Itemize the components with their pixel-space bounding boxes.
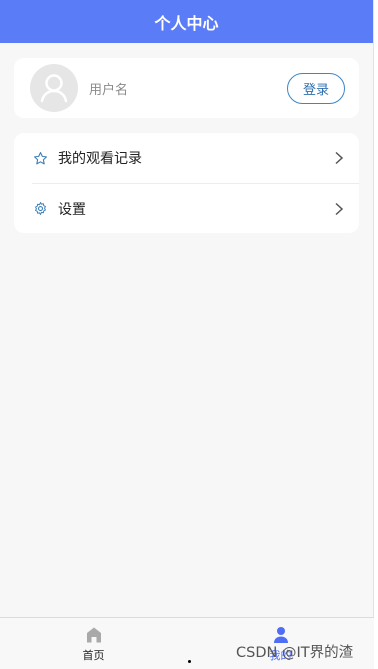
indicator-dot bbox=[188, 660, 191, 663]
menu-item-label: 我的观看记录 bbox=[58, 151, 142, 167]
gear-icon bbox=[32, 201, 48, 217]
user-card: 用户名 登录 bbox=[14, 58, 359, 118]
menu-item-watch-history[interactable]: 我的观看记录 bbox=[14, 133, 359, 183]
username-text: 用户名 bbox=[89, 82, 129, 98]
login-button[interactable]: 登录 bbox=[287, 72, 345, 104]
menu-item-label: 设置 bbox=[58, 201, 86, 218]
avatar[interactable] bbox=[30, 64, 78, 112]
watermark: CSDN @IT界的渣 bbox=[236, 645, 354, 661]
person-icon bbox=[40, 74, 68, 103]
header-bar: 个人中心 bbox=[0, 0, 373, 43]
tab-label: 首页 bbox=[82, 649, 105, 662]
page: 个人中心 用户名 登录 我的观看记录 设置 首页 我的 bbox=[0, 0, 374, 669]
chevron-right-icon bbox=[335, 151, 344, 165]
chevron-right-icon bbox=[335, 202, 344, 215]
menu-item-settings[interactable]: 设置 bbox=[32, 183, 359, 233]
home-icon bbox=[86, 627, 101, 643]
page-title: 个人中心 bbox=[154, 13, 219, 33]
star-icon bbox=[32, 150, 48, 166]
menu-card: 我的观看记录 设置 bbox=[14, 133, 359, 233]
tab-home[interactable]: 首页 bbox=[0, 618, 187, 669]
